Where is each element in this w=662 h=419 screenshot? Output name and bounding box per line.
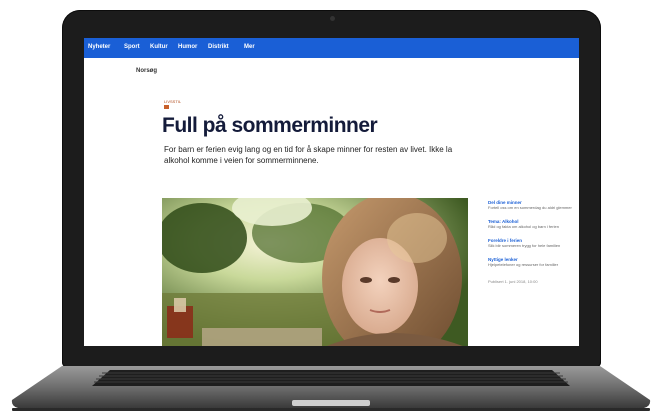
laptop-screen: Nyheter Sport Kultur Humor Distrikt Mer … (84, 38, 579, 346)
webcam-icon (329, 16, 335, 21)
nav-item-nyheter[interactable]: Nyheter (88, 44, 110, 50)
nav-item-humor[interactable]: Humor (178, 44, 197, 50)
hero-image (162, 198, 468, 346)
article-kicker: LIVSSTIL (164, 99, 182, 104)
sidebar-item[interactable]: Tema: Alkohol Råd og fakta om alkohol og… (488, 219, 579, 229)
sidebar-text: Hjelpetelefoner og ressurser for familie… (488, 262, 559, 267)
nav-item-distrikt[interactable]: Distrikt (208, 44, 229, 50)
section-label[interactable]: Norsøg (136, 68, 157, 74)
trackpad-notch (292, 400, 370, 406)
nav-item-kultur[interactable]: Kultur (150, 44, 168, 50)
nav-item-mer[interactable]: Mer (244, 44, 255, 50)
laptop-base (10, 366, 652, 412)
keyboard-deck (11, 366, 651, 411)
sidebar-item[interactable]: Foreldre i ferien Slik blir sommeren try… (488, 238, 579, 248)
sidebar-text: Råd og fakta om alkohol og barn i ferien (488, 224, 559, 229)
article-lead: For barn er ferien evig lang og en tid f… (164, 145, 453, 165)
article-headline: Full på sommerminner (162, 114, 378, 137)
article-sidebar: Del dine minner Fortell oss om en sommer… (488, 198, 579, 284)
sidebar-text: Slik blir sommeren trygg for hele famili… (488, 243, 561, 248)
sidebar-item[interactable]: Del dine minner Fortell oss om en sommer… (488, 200, 579, 210)
top-navigation-bar: Nyheter Sport Kultur Humor Distrikt Mer (84, 38, 579, 58)
nav-item-sport[interactable]: Sport (124, 44, 140, 50)
girl-outdoors-photo (162, 198, 468, 346)
kicker-marker (164, 105, 169, 109)
publish-date: Publisert 1. juni 2018, 10:00 (488, 279, 538, 284)
sidebar-item[interactable]: Nyttige lenker Hjelpetelefoner og ressur… (488, 257, 579, 267)
sidebar-text: Fortell oss om en sommerdag du aldri gle… (488, 205, 572, 210)
